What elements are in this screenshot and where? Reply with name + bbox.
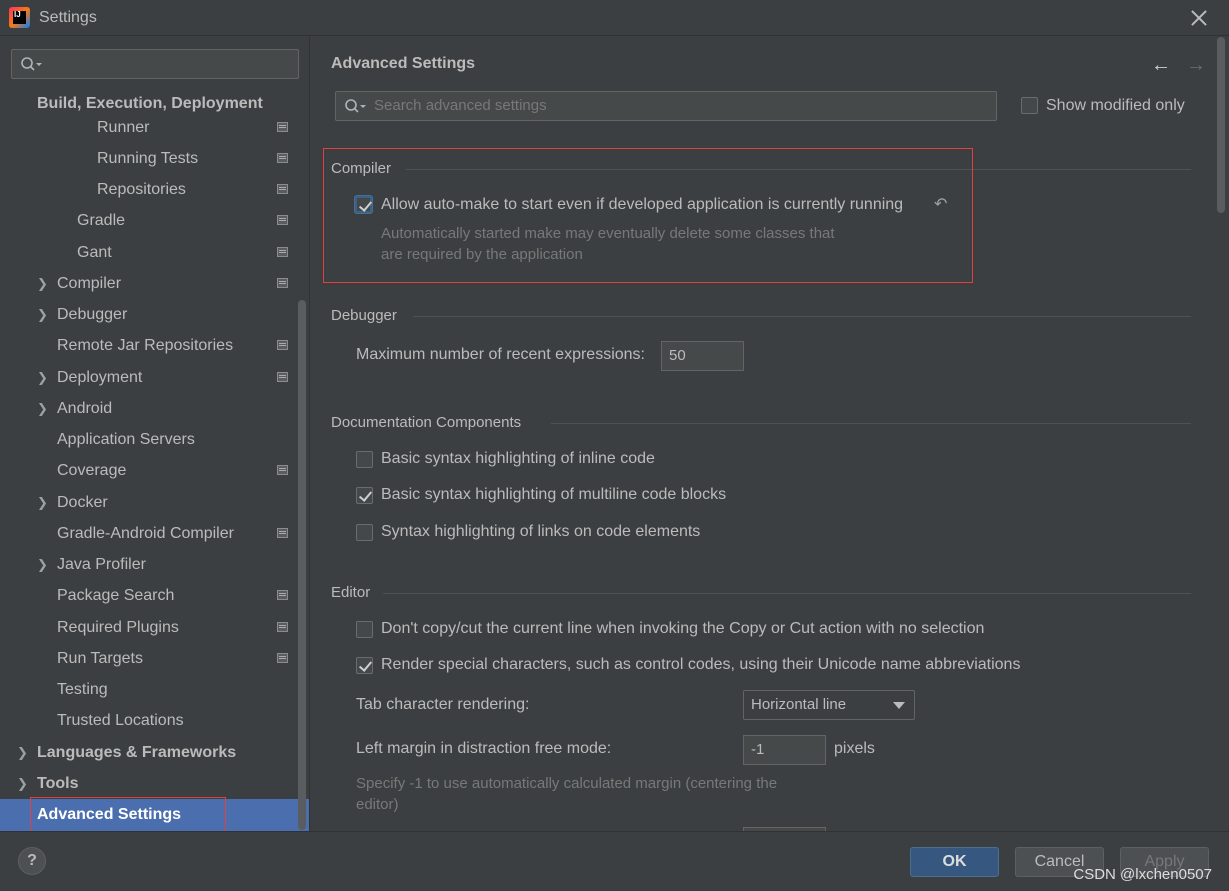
tree-item-testing[interactable]: Testing bbox=[57, 675, 108, 705]
tree-item-trusted-locations[interactable]: Trusted Locations bbox=[57, 706, 184, 736]
show-modified-only-label: Show modified only bbox=[1046, 97, 1185, 114]
dropdown-arrow-icon bbox=[893, 702, 905, 709]
page-title: Advanced Settings bbox=[331, 55, 476, 72]
project-page-icon bbox=[277, 372, 288, 382]
section-title-editor: Editor bbox=[331, 584, 371, 601]
show-modified-only-checkbox[interactable] bbox=[1021, 97, 1038, 114]
sidebar-scrollbar[interactable] bbox=[298, 300, 306, 830]
section-divider bbox=[383, 593, 1191, 594]
highlight-box-compiler bbox=[323, 148, 973, 283]
ok-button[interactable]: OK bbox=[910, 847, 999, 877]
project-page-icon bbox=[277, 122, 288, 132]
tree-item-runner[interactable]: Runner bbox=[97, 113, 149, 143]
tree-item-remote-jar-repositories[interactable]: Remote Jar Repositories bbox=[57, 331, 233, 361]
chevron-right-icon[interactable]: ❯ bbox=[17, 769, 28, 799]
project-page-icon bbox=[277, 465, 288, 475]
project-page-icon bbox=[277, 247, 288, 257]
tree-item-tools[interactable]: ❯ Tools bbox=[17, 769, 277, 799]
tree-item-required-plugins[interactable]: Required Plugins bbox=[57, 613, 179, 643]
project-page-icon bbox=[277, 215, 288, 225]
tree-item-application-servers[interactable]: Application Servers bbox=[57, 425, 195, 455]
max-recent-expressions-input[interactable]: 50 bbox=[661, 341, 744, 371]
chevron-right-icon[interactable]: ❯ bbox=[37, 300, 48, 330]
multiline-code-highlighting-checkbox[interactable] bbox=[356, 487, 373, 504]
tree-item-build-execution-deployment[interactable]: Build, Execution, Deployment bbox=[37, 89, 263, 119]
chevron-right-icon[interactable]: ❯ bbox=[37, 269, 48, 299]
inline-code-highlighting-checkbox[interactable] bbox=[356, 451, 373, 468]
intellij-logo-icon: IJ bbox=[9, 7, 30, 28]
tree-item-gant[interactable]: Gant bbox=[77, 238, 112, 268]
left-margin-hint: Specify -1 to use automatically calculat… bbox=[356, 775, 778, 813]
close-icon[interactable] bbox=[1189, 8, 1209, 28]
dialog-footer: ? OK Cancel Apply CSDN @lxchen0507 bbox=[0, 831, 1229, 891]
project-page-icon bbox=[277, 528, 288, 538]
chevron-right-icon[interactable]: ❯ bbox=[37, 363, 48, 393]
left-margin-label: Left margin in distraction free mode: bbox=[356, 740, 612, 757]
chevron-right-icon[interactable]: ❯ bbox=[17, 738, 28, 768]
tree-item-coverage[interactable]: Coverage bbox=[57, 456, 126, 486]
highlight-box-advanced-settings bbox=[30, 797, 226, 831]
advanced-settings-search-input[interactable]: Search advanced settings bbox=[335, 91, 997, 121]
tree-item-running-tests[interactable]: Running Tests bbox=[97, 144, 198, 174]
tree-item-repositories[interactable]: Repositories bbox=[97, 175, 186, 205]
project-page-icon bbox=[277, 340, 288, 350]
project-page-icon bbox=[277, 153, 288, 163]
multiline-code-highlighting-label: Basic syntax highlighting of multiline c… bbox=[381, 486, 727, 503]
left-margin-input[interactable]: -1 bbox=[743, 735, 826, 765]
forward-arrow-icon[interactable]: → bbox=[1186, 54, 1206, 77]
main-scrollbar[interactable] bbox=[1217, 37, 1225, 213]
project-page-icon bbox=[277, 590, 288, 600]
project-page-icon bbox=[277, 278, 288, 288]
tree-item-gradle[interactable]: Gradle bbox=[77, 206, 125, 236]
section-title-documentation-components: Documentation Components bbox=[331, 414, 522, 431]
window-title: Settings bbox=[39, 9, 97, 26]
tree-item-compiler[interactable]: ❯ Compiler bbox=[37, 269, 277, 299]
title-bar: IJ Settings bbox=[0, 0, 1229, 36]
tab-character-rendering-dropdown[interactable]: Horizontal line bbox=[743, 690, 915, 720]
settings-sidebar: Build, Execution, Deployment Runner Runn… bbox=[0, 37, 310, 831]
tree-item-debugger[interactable]: ❯ Debugger bbox=[37, 300, 277, 330]
no-copy-cut-label: Don't copy/cut the current line when inv… bbox=[381, 620, 985, 637]
search-icon bbox=[345, 99, 366, 113]
watermark-text: CSDN @lxchen0507 bbox=[1073, 866, 1212, 883]
tree-item-java-profiler[interactable]: ❯ Java Profiler bbox=[37, 550, 277, 580]
chevron-right-icon[interactable]: ❯ bbox=[37, 550, 48, 580]
search-placeholder: Search advanced settings bbox=[374, 97, 547, 114]
links-highlighting-label: Syntax highlighting of links on code ele… bbox=[381, 523, 701, 540]
help-button[interactable]: ? bbox=[18, 847, 46, 875]
chevron-right-icon[interactable]: ❯ bbox=[37, 394, 48, 424]
project-page-icon bbox=[277, 622, 288, 632]
section-divider bbox=[413, 316, 1191, 317]
no-copy-cut-checkbox[interactable] bbox=[356, 621, 373, 638]
tree-item-package-search[interactable]: Package Search bbox=[57, 581, 174, 611]
links-highlighting-checkbox[interactable] bbox=[356, 524, 373, 541]
tree-item-docker[interactable]: ❯ Docker bbox=[37, 488, 277, 518]
render-special-characters-label: Render special characters, such as contr… bbox=[381, 656, 1021, 673]
sidebar-search-input[interactable] bbox=[11, 49, 299, 79]
advanced-settings-panel: Advanced Settings ← → Search advanced se… bbox=[311, 37, 1229, 831]
tree-item-languages-frameworks[interactable]: ❯ Languages & Frameworks bbox=[17, 738, 277, 768]
tree-item-android[interactable]: ❯ Android bbox=[37, 394, 277, 424]
tab-character-rendering-label: Tab character rendering: bbox=[356, 696, 530, 713]
section-title-debugger: Debugger bbox=[331, 307, 397, 324]
tree-item-gradle-android-compiler[interactable]: Gradle-Android Compiler bbox=[57, 519, 234, 549]
search-icon bbox=[21, 57, 42, 71]
render-special-characters-checkbox[interactable] bbox=[356, 657, 373, 674]
tree-item-run-targets[interactable]: Run Targets bbox=[57, 644, 143, 674]
project-page-icon bbox=[277, 653, 288, 663]
left-margin-unit: pixels bbox=[834, 740, 875, 757]
inline-code-highlighting-label: Basic syntax highlighting of inline code bbox=[381, 450, 655, 467]
tree-item-deployment[interactable]: ❯ Deployment bbox=[37, 363, 277, 393]
project-page-icon bbox=[277, 184, 288, 194]
chevron-right-icon[interactable]: ❯ bbox=[37, 488, 48, 518]
section-divider bbox=[551, 423, 1191, 424]
back-arrow-icon[interactable]: ← bbox=[1151, 54, 1171, 77]
max-recent-expressions-label: Maximum number of recent expressions: bbox=[356, 346, 645, 363]
